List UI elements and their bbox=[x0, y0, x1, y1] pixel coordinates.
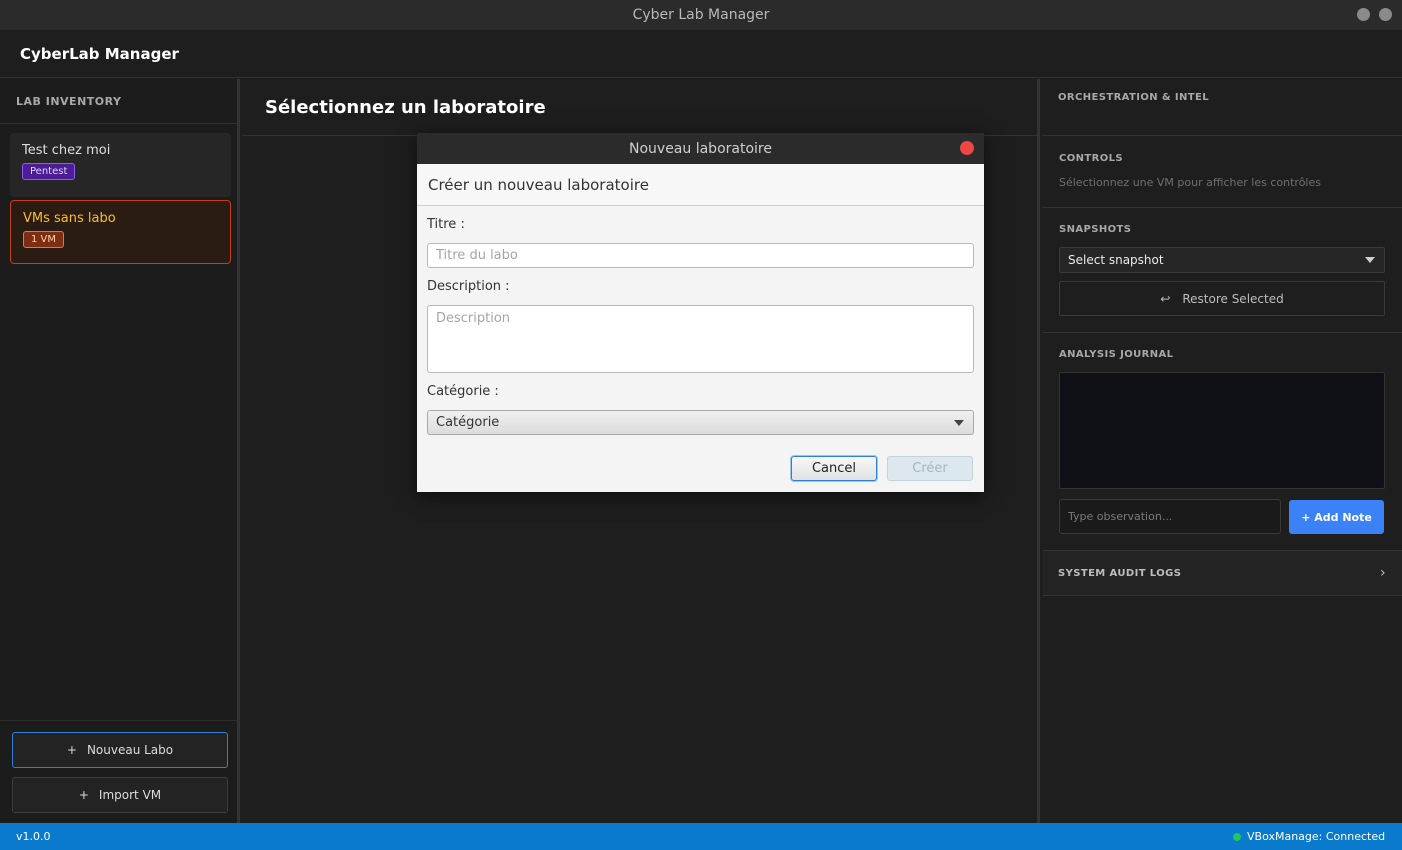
title-input[interactable] bbox=[427, 243, 974, 268]
dialog-title: Nouveau laboratoire bbox=[629, 140, 772, 157]
category-select[interactable]: Catégorie bbox=[427, 410, 974, 435]
dialog-titlebar: Nouveau laboratoire bbox=[417, 133, 984, 164]
modal-overlay: Nouveau laboratoire Créer un nouveau lab… bbox=[0, 0, 1402, 850]
description-textarea[interactable] bbox=[427, 305, 974, 373]
new-lab-dialog: Nouveau laboratoire Créer un nouveau lab… bbox=[417, 133, 984, 492]
title-label: Titre : bbox=[427, 217, 465, 232]
cancel-button[interactable]: Cancel bbox=[791, 456, 877, 481]
category-select-value: Catégorie bbox=[436, 415, 500, 430]
close-icon[interactable] bbox=[960, 141, 974, 155]
description-label: Description : bbox=[427, 279, 510, 294]
chevron-down-icon bbox=[954, 420, 964, 426]
create-button[interactable]: Créer bbox=[887, 456, 973, 481]
dialog-header: Créer un nouveau laboratoire bbox=[417, 164, 984, 206]
category-label: Catégorie : bbox=[427, 384, 499, 399]
